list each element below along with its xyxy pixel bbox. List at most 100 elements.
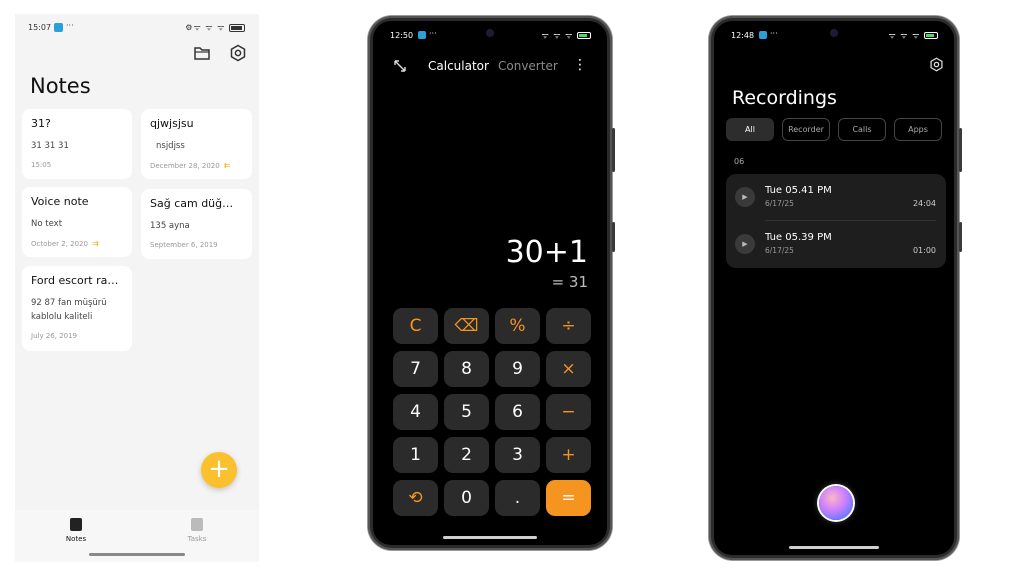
note-date-text: 15:05 bbox=[31, 161, 52, 169]
digit-6-button[interactable]: 6 bbox=[495, 394, 540, 430]
nav-notes-tab[interactable]: Notes bbox=[46, 518, 106, 543]
calculator-phone-frame: 12:50 ··· ᯤ ᯤ ᯤ Calculator Converter ⋮ 3… bbox=[368, 16, 615, 550]
recording-item[interactable]: ▶ Tue 05.41 PM 6/17/25 24:04 bbox=[726, 174, 946, 221]
nav-tasks-label: Tasks bbox=[187, 535, 207, 543]
home-indicator bbox=[443, 536, 537, 539]
recorder-phone-frame: 12:48 ··· ᯤ ᯤ ᯤ Recordings All Recorder … bbox=[709, 16, 962, 560]
subtract-button[interactable]: − bbox=[546, 394, 591, 430]
add-note-button[interactable]: + bbox=[201, 452, 237, 488]
more-options-icon[interactable]: ⋮ bbox=[573, 57, 587, 73]
equals-button[interactable]: = bbox=[546, 480, 591, 516]
signal-icons: ᯤ ᯤ ᯤ bbox=[541, 31, 574, 40]
home-indicator bbox=[89, 553, 185, 556]
recording-duration: 01:00 bbox=[912, 246, 936, 255]
settings-icon[interactable] bbox=[929, 57, 944, 72]
page-title: Notes bbox=[30, 74, 91, 98]
status-time: 12:48 bbox=[731, 31, 755, 40]
note-date: September 6, 2019 bbox=[150, 241, 243, 249]
note-body: nsjdjss bbox=[156, 141, 185, 151]
calculator-expression: 30+1 bbox=[505, 235, 588, 270]
backspace-button[interactable]: ⌫ bbox=[444, 308, 489, 344]
volume-button bbox=[612, 128, 615, 172]
collapse-icon[interactable] bbox=[393, 59, 407, 73]
note-date: 15:05 bbox=[31, 161, 123, 169]
filter-apps[interactable]: Apps bbox=[894, 118, 942, 141]
status-bar: 15:07 ··· ⚙ᯤ ᯤ ᯤ bbox=[15, 14, 259, 42]
nav-notes-label: Notes bbox=[65, 535, 87, 543]
mode-switch-button[interactable]: ⟲ bbox=[393, 480, 438, 516]
note-title: qjwjsjsu bbox=[150, 117, 194, 130]
note-title: Ford escort rady... bbox=[31, 274, 123, 287]
note-date-text: December 28, 2020 bbox=[150, 161, 220, 170]
settings-icon[interactable] bbox=[229, 44, 247, 62]
add-button[interactable]: + bbox=[546, 437, 591, 473]
note-body: 135 ayna bbox=[150, 221, 190, 231]
digit-7-button[interactable]: 7 bbox=[393, 351, 438, 387]
digit-0-button[interactable]: 0 bbox=[444, 480, 489, 516]
recordings-list: ▶ Tue 05.41 PM 6/17/25 24:04 ▶ Tue 05.39… bbox=[726, 174, 946, 268]
note-date-text: October 2, 2020 bbox=[31, 239, 88, 248]
battery-icon bbox=[924, 32, 938, 39]
filter-recorder[interactable]: Recorder bbox=[782, 118, 830, 141]
note-body: 92 87 fan müşürü kablolu kaliteli bbox=[31, 298, 107, 322]
status-time: 12:50 bbox=[390, 31, 414, 40]
telegram-icon bbox=[54, 23, 63, 32]
calculator-header: Calculator Converter ⋮ bbox=[373, 57, 607, 81]
screenshot-stage: 15:07 ··· ⚙ᯤ ᯤ ᯤ Notes 31? 31 31 31 15:0… bbox=[0, 0, 1024, 576]
note-card[interactable]: Voice note No text October 2, 2020 ⇉ bbox=[22, 187, 132, 257]
digit-1-button[interactable]: 1 bbox=[393, 437, 438, 473]
tab-calculator[interactable]: Calculator bbox=[428, 59, 489, 73]
reminder-icon: ⇇ bbox=[223, 161, 231, 170]
recording-date: 6/17/25 bbox=[765, 199, 794, 208]
digit-4-button[interactable]: 4 bbox=[393, 394, 438, 430]
filter-calls[interactable]: Calls bbox=[838, 118, 886, 141]
filter-all[interactable]: All bbox=[726, 118, 774, 141]
digit-3-button[interactable]: 3 bbox=[495, 437, 540, 473]
digit-2-button[interactable]: 2 bbox=[444, 437, 489, 473]
notes-icon bbox=[70, 518, 82, 531]
calculator-app-screen: 12:50 ··· ᯤ ᯤ ᯤ Calculator Converter ⋮ 3… bbox=[373, 21, 607, 545]
page-title: Recordings bbox=[732, 87, 837, 109]
play-icon[interactable]: ▶ bbox=[735, 187, 755, 207]
volume-button bbox=[959, 128, 962, 172]
digit-9-button[interactable]: 9 bbox=[495, 351, 540, 387]
power-button bbox=[612, 222, 615, 252]
note-body: 31 31 31 bbox=[31, 141, 69, 151]
note-title: 31? bbox=[31, 117, 51, 130]
divide-button[interactable]: ÷ bbox=[546, 308, 591, 344]
battery-icon bbox=[577, 32, 591, 39]
play-icon[interactable]: ▶ bbox=[735, 234, 755, 254]
recorder-app-screen: 12:48 ··· ᯤ ᯤ ᯤ Recordings All Recorder … bbox=[714, 21, 954, 555]
recording-duration: 24:04 bbox=[912, 199, 936, 208]
more-notifications-icon: ··· bbox=[429, 29, 437, 38]
signal-icons: ⚙ᯤ ᯤ ᯤ bbox=[185, 23, 226, 32]
note-card[interactable]: 31? 31 31 31 15:05 bbox=[22, 109, 132, 179]
battery-icon bbox=[229, 23, 245, 32]
digit-5-button[interactable]: 5 bbox=[444, 394, 489, 430]
telegram-icon bbox=[759, 31, 767, 39]
status-indicators: ᯤ ᯤ ᯤ bbox=[541, 30, 591, 41]
record-button[interactable] bbox=[819, 486, 853, 520]
recording-item[interactable]: ▶ Tue 05.39 PM 6/17/25 01:00 bbox=[726, 221, 946, 267]
filter-chips: All Recorder Calls Apps bbox=[726, 118, 942, 141]
date-group-label: 06 bbox=[734, 157, 745, 166]
nav-tasks-tab[interactable]: Tasks bbox=[167, 518, 227, 543]
percent-button[interactable]: % bbox=[495, 308, 540, 344]
note-card[interactable]: qjwjsjsu nsjdjss December 28, 2020 ⇇ bbox=[141, 109, 252, 179]
note-card[interactable]: Ford escort rady... 92 87 fan müşürü kab… bbox=[22, 266, 132, 351]
folder-icon[interactable] bbox=[193, 44, 211, 62]
tab-converter[interactable]: Converter bbox=[498, 59, 558, 73]
note-title: Sağ cam düğme... bbox=[150, 197, 243, 210]
bottom-navigation: Notes Tasks bbox=[15, 510, 259, 562]
note-card[interactable]: Sağ cam düğme... 135 ayna September 6, 2… bbox=[141, 189, 252, 259]
decimal-button[interactable]: . bbox=[495, 480, 540, 516]
front-camera bbox=[487, 30, 493, 36]
telegram-icon bbox=[418, 31, 426, 39]
clear-button[interactable]: C bbox=[393, 308, 438, 344]
home-indicator bbox=[789, 546, 879, 549]
status-indicators: ⚙ᯤ ᯤ ᯤ bbox=[185, 22, 245, 33]
multiply-button[interactable]: × bbox=[546, 351, 591, 387]
digit-8-button[interactable]: 8 bbox=[444, 351, 489, 387]
calculator-result: = 31 bbox=[551, 273, 588, 291]
more-notifications-icon: ··· bbox=[770, 29, 778, 38]
